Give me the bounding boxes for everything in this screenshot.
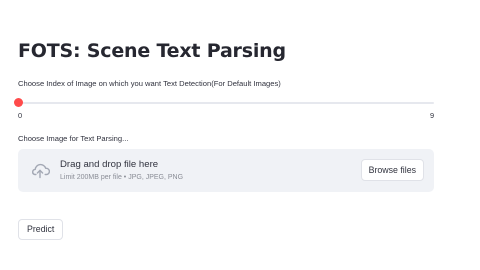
file-dropzone[interactable]: Drag and drop file here Limit 200MB per …: [18, 149, 434, 192]
dropzone-hint: Limit 200MB per file • JPG, JPEG, PNG: [60, 174, 184, 181]
predict-button[interactable]: Predict: [18, 219, 64, 240]
slider-min-label: 0: [18, 111, 23, 120]
dropzone-title: Drag and drop file here: [60, 159, 159, 170]
slider-max-label: 9: [430, 111, 435, 120]
browse-files-button[interactable]: Browse files: [360, 159, 424, 181]
uploader-label: Choose Image for Text Parsing...: [18, 134, 129, 143]
slider-thumb[interactable]: [13, 98, 23, 107]
page-title: FOTS: Scene Text Parsing: [18, 40, 286, 62]
cloud-upload-icon: [30, 161, 51, 179]
slider-track[interactable]: [18, 102, 434, 104]
slider-label: Choose Index of Image on which you want …: [18, 79, 281, 88]
